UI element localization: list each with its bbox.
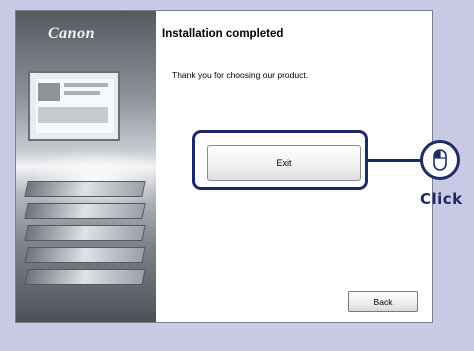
document-sheet-illustration: [24, 225, 146, 241]
back-button[interactable]: Back: [348, 291, 418, 312]
mouse-icon: [433, 149, 447, 171]
brand-logo: Canon: [48, 25, 95, 42]
completion-message: Thank you for choosing our product.: [172, 70, 309, 80]
callout-connector-line: [368, 159, 424, 162]
monitor-illustration: [28, 71, 120, 141]
document-sheet-illustration: [24, 181, 146, 197]
document-sheet-illustration: [24, 269, 146, 285]
exit-button[interactable]: Exit: [207, 145, 361, 181]
document-sheet-illustration: [24, 247, 146, 263]
click-label: Click: [420, 190, 463, 208]
document-sheet-illustration: [24, 203, 146, 219]
mouse-click-badge: [420, 140, 460, 180]
decorative-side-image: Canon: [16, 11, 156, 322]
page-title: Installation completed: [162, 28, 284, 40]
